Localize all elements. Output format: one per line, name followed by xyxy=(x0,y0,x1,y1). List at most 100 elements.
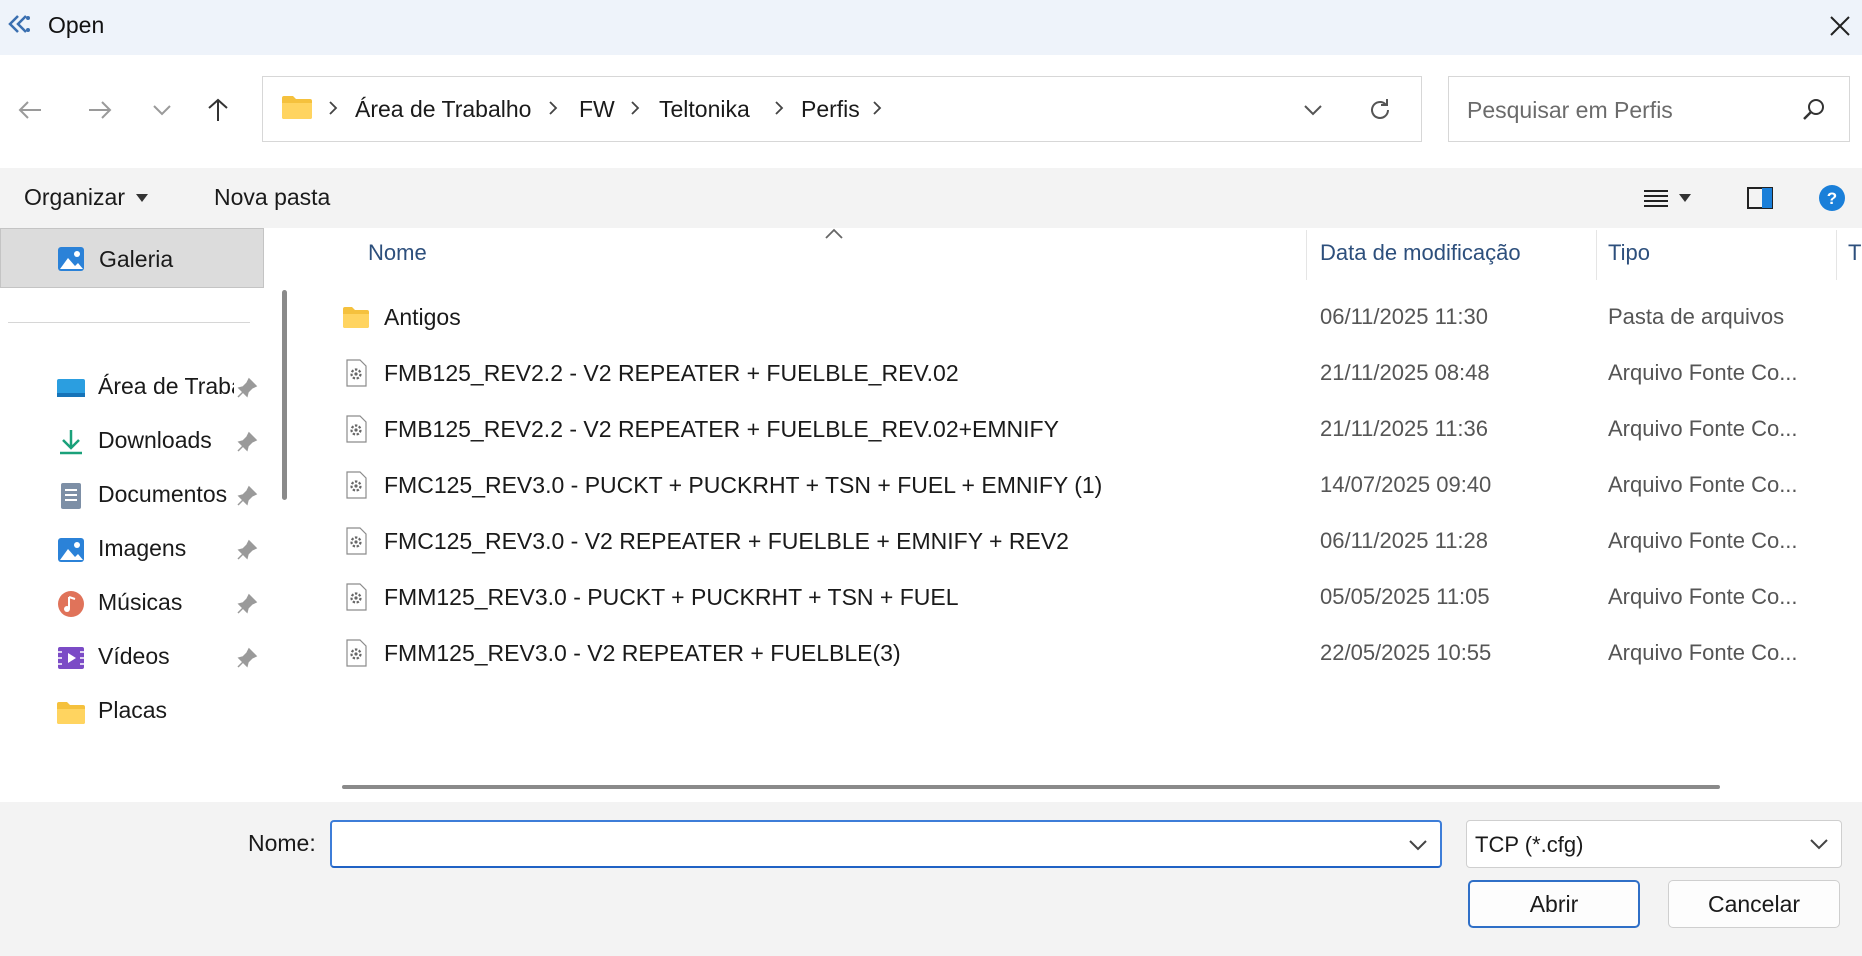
address-dropdown-button[interactable] xyxy=(1293,93,1333,127)
file-name: FMB125_REV2.2 - V2 REPEATER + FUELBLE_RE… xyxy=(384,416,1059,442)
divider xyxy=(8,322,250,323)
download-icon xyxy=(60,430,82,455)
pin-icon xyxy=(237,539,258,560)
videos-icon xyxy=(58,647,84,669)
chevron-down-icon xyxy=(153,105,171,116)
chevron-down-icon xyxy=(1304,105,1322,116)
breadcrumb-item[interactable]: Perfis xyxy=(801,96,860,123)
sidebar-item-label: Área de Trabalho xyxy=(98,373,234,399)
file-name-label: Nome: xyxy=(248,830,316,856)
sidebar-item-placas[interactable]: Placas xyxy=(0,683,268,739)
search-input[interactable]: Pesquisar em Perfis xyxy=(1448,76,1850,142)
column-divider[interactable] xyxy=(1836,230,1837,280)
sidebar-item-label: Vídeos xyxy=(98,643,170,669)
column-divider[interactable] xyxy=(1596,230,1597,280)
sidebar-item-videos[interactable]: Vídeos xyxy=(0,629,268,685)
pin-icon xyxy=(237,593,258,614)
refresh-icon xyxy=(1371,99,1389,119)
file-name-input[interactable] xyxy=(340,828,1384,862)
file-name: FMC125_REV3.0 - PUCKT + PUCKRHT + TSN + … xyxy=(384,472,1103,498)
sidebar-item-label: Músicas xyxy=(98,589,183,615)
file-date: 21/11/2025 11:36 xyxy=(1320,416,1489,441)
breadcrumb-item[interactable]: Teltonika xyxy=(659,96,750,123)
view-options-button[interactable] xyxy=(1634,178,1702,218)
config-file-icon xyxy=(346,527,367,555)
sidebar-item-desktop[interactable]: Área de Trabalho xyxy=(0,359,268,415)
file-type-filter[interactable]: TCP (*.cfg) xyxy=(1466,820,1842,868)
sidebar-item-label: Documentos xyxy=(98,481,228,507)
file-name-combobox[interactable] xyxy=(330,820,1442,868)
breadcrumb-item[interactable]: FW xyxy=(579,96,615,123)
music-icon xyxy=(58,591,84,617)
documents-icon xyxy=(61,483,81,509)
search-icon xyxy=(1803,99,1824,120)
file-type: Arquivo Fonte Co... xyxy=(1608,584,1798,609)
pin-icon xyxy=(237,485,258,506)
title-bar: Open xyxy=(0,0,1862,55)
config-file-icon xyxy=(346,359,367,387)
config-file-icon xyxy=(346,471,367,499)
horizontal-scrollbar[interactable] xyxy=(342,785,1720,789)
file-type: Arquivo Fonte Co... xyxy=(1608,640,1798,665)
file-date: 05/05/2025 11:05 xyxy=(1320,584,1490,609)
file-row[interactable]: FMC125_REV3.0 - V2 REPEATER + FUELBLE + … xyxy=(306,514,1862,568)
file-row[interactable]: FMB125_REV2.2 - V2 REPEATER + FUELBLE_RE… xyxy=(306,346,1862,400)
column-header-date[interactable]: Data de modificação xyxy=(1320,240,1521,266)
pin-icon xyxy=(237,431,258,452)
file-name: FMM125_REV3.0 - PUCKT + PUCKRHT + TSN + … xyxy=(384,584,959,610)
file-date: 06/11/2025 11:30 xyxy=(1320,304,1489,329)
file-name: FMC125_REV3.0 - V2 REPEATER + FUELBLE + … xyxy=(384,528,1069,554)
chevron-right-icon xyxy=(549,101,558,115)
file-row[interactable]: FMM125_REV3.0 - V2 REPEATER + FUELBLE(3)… xyxy=(306,626,1862,680)
pictures-icon xyxy=(58,538,84,562)
up-button[interactable] xyxy=(196,88,240,132)
sidebar-item-label: Imagens xyxy=(98,535,187,561)
sidebar-item-label: Galeria xyxy=(99,246,174,272)
arrow-up-icon xyxy=(208,98,228,121)
preview-pane-icon xyxy=(1747,187,1773,209)
help-button[interactable]: ? xyxy=(1812,178,1852,218)
sidebar-item-gallery[interactable]: Galeria xyxy=(0,228,264,288)
column-header-size[interactable]: T xyxy=(1848,240,1861,266)
address-bar[interactable]: Área de Trabalho FW Teltonika Perfis xyxy=(262,76,1422,142)
sidebar-item-music[interactable]: Músicas xyxy=(0,575,268,631)
recent-locations-button[interactable] xyxy=(140,88,184,132)
file-type: Pasta de arquivos xyxy=(1608,304,1785,329)
cancel-button[interactable]: Cancelar xyxy=(1668,880,1840,928)
forward-button[interactable] xyxy=(78,88,122,132)
arrow-left-icon xyxy=(18,101,41,119)
file-row[interactable]: FMC125_REV3.0 - PUCKT + PUCKRHT + TSN + … xyxy=(306,458,1862,512)
breadcrumb-item[interactable]: Área de Trabalho xyxy=(355,96,531,123)
pin-icon xyxy=(237,377,258,398)
svg-text:?: ? xyxy=(1827,189,1837,208)
file-list: Nome Data de modificação Tipo T Antigos … xyxy=(306,228,1862,802)
file-row[interactable]: FMM125_REV3.0 - PUCKT + PUCKRHT + TSN + … xyxy=(306,570,1862,624)
sort-ascending-icon xyxy=(825,228,843,239)
sidebar-scrollbar[interactable] xyxy=(282,290,287,500)
file-row[interactable]: Antigos 06/11/2025 11:30 Pasta de arquiv… xyxy=(306,290,1862,344)
back-button[interactable] xyxy=(8,88,52,132)
sidebar-item-pictures[interactable]: Imagens xyxy=(0,521,268,577)
folder-icon xyxy=(281,93,313,126)
sidebar-item-documents[interactable]: Documentos xyxy=(0,467,268,523)
file-row[interactable]: FMB125_REV2.2 - V2 REPEATER + FUELBLE_RE… xyxy=(306,402,1862,456)
close-button[interactable] xyxy=(1820,6,1860,46)
column-divider[interactable] xyxy=(1306,230,1307,280)
chevron-right-icon xyxy=(873,101,882,115)
chevron-down-icon xyxy=(1810,839,1828,850)
refresh-button[interactable] xyxy=(1358,89,1402,131)
file-type: Arquivo Fonte Co... xyxy=(1608,360,1798,385)
preview-pane-button[interactable] xyxy=(1740,178,1780,218)
sidebar-item-label: Placas xyxy=(98,697,168,723)
file-name-panel: Nome: TCP (*.cfg) Abrir Cancelar xyxy=(0,802,1862,956)
column-header-name[interactable]: Nome xyxy=(368,240,427,266)
organize-button[interactable]: Organizar xyxy=(24,184,149,211)
config-file-icon xyxy=(346,415,367,443)
open-button[interactable]: Abrir xyxy=(1468,880,1640,928)
app-icon xyxy=(6,12,32,38)
file-name: Antigos xyxy=(384,304,461,330)
new-folder-button[interactable]: Nova pasta xyxy=(214,184,330,211)
chevron-down-icon[interactable] xyxy=(1406,834,1430,854)
column-header-type[interactable]: Tipo xyxy=(1608,240,1650,266)
sidebar-item-downloads[interactable]: Downloads xyxy=(0,413,268,469)
